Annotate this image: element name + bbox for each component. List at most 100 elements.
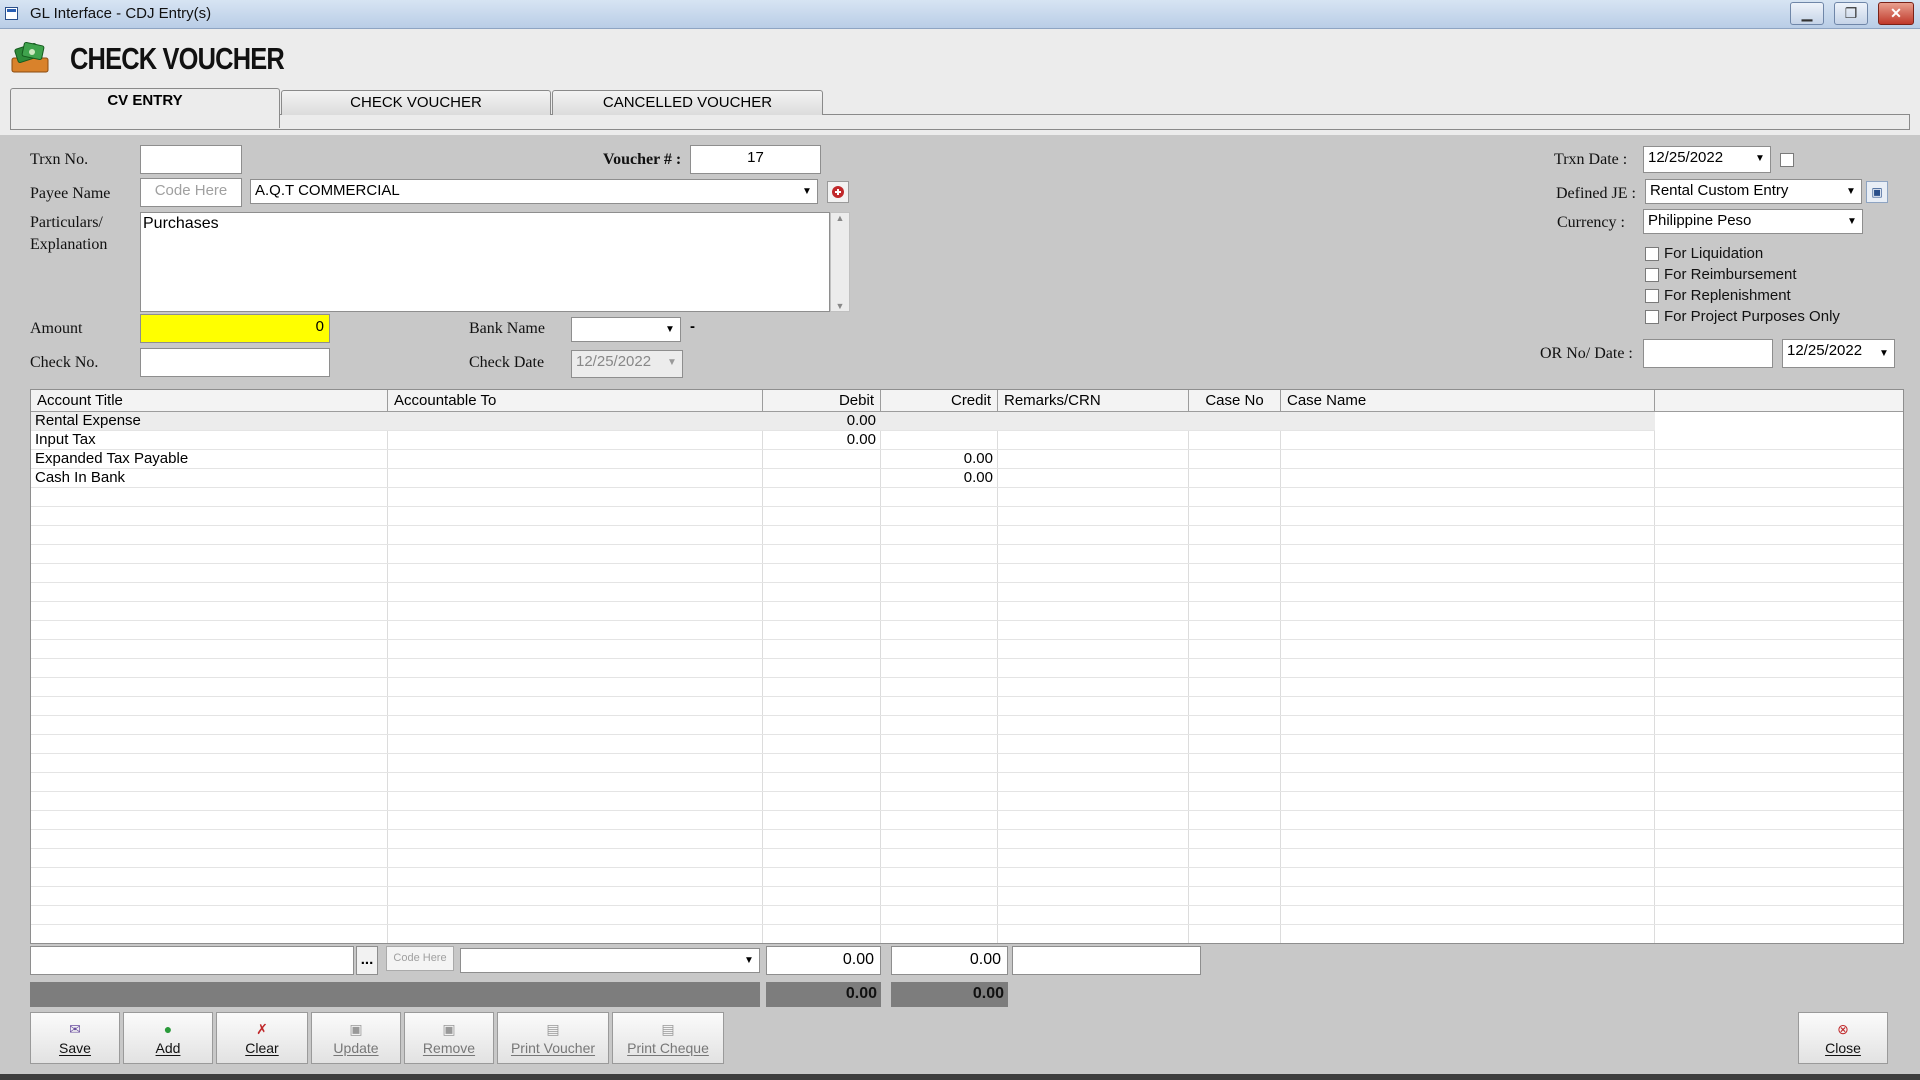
table-row[interactable]: Rental Expense 0.00 xyxy=(31,412,1655,431)
table-row[interactable] xyxy=(31,811,1903,830)
entry-code-input[interactable]: Code Here xyxy=(386,946,454,971)
col-remarks-crn[interactable]: Remarks/CRN xyxy=(998,390,1189,412)
remove-button[interactable]: ▣ Remove xyxy=(404,1012,494,1064)
col-debit[interactable]: Debit xyxy=(763,390,881,412)
bank-name-select[interactable]: ▼ xyxy=(571,317,681,342)
col-credit[interactable]: Credit xyxy=(881,390,998,412)
check-date-picker[interactable]: 12/25/2022 ▼ xyxy=(571,350,683,378)
totals-bar xyxy=(30,982,760,1007)
lookup-icon[interactable]: ▣ xyxy=(1866,181,1888,203)
payee-name-select[interactable]: A.Q.T COMMERCIAL ▼ xyxy=(250,179,818,204)
for-replenishment-checkbox[interactable] xyxy=(1645,289,1659,303)
table-row[interactable] xyxy=(31,621,1903,640)
add-button[interactable]: ● Add xyxy=(123,1012,213,1064)
table-row[interactable]: Cash In Bank 0.00 xyxy=(31,469,1903,488)
for-reimbursement-checkbox[interactable] xyxy=(1645,268,1659,282)
table-row[interactable] xyxy=(31,716,1903,735)
cell-accountable-to xyxy=(388,450,762,469)
table-row[interactable] xyxy=(31,659,1903,678)
minimize-icon[interactable]: ▁ xyxy=(1790,2,1824,25)
app-window-icon xyxy=(5,7,18,20)
trxn-date-picker[interactable]: 12/25/2022 ▼ xyxy=(1643,146,1771,173)
print-cheque-button[interactable]: ▤ Print Cheque xyxy=(612,1012,724,1064)
table-row[interactable] xyxy=(31,697,1903,716)
table-row[interactable] xyxy=(31,545,1903,564)
particulars-textarea[interactable]: Purchases xyxy=(140,212,830,312)
chevron-down-icon: ▼ xyxy=(744,955,754,966)
bank-name-label: Bank Name xyxy=(469,320,545,337)
cell-account-title: Expanded Tax Payable xyxy=(35,450,189,467)
for-project-purposes-checkbox[interactable] xyxy=(1645,310,1659,324)
table-row[interactable] xyxy=(31,640,1903,659)
entry-debit-input[interactable]: 0.00 xyxy=(766,946,881,975)
clear-icon: ✗ xyxy=(256,1021,268,1037)
restore-icon[interactable]: ❐ xyxy=(1834,2,1868,25)
check-no-input[interactable] xyxy=(140,348,330,377)
table-row[interactable] xyxy=(31,735,1903,754)
entry-remarks-input[interactable] xyxy=(1012,946,1201,975)
entry-credit-input[interactable]: 0.00 xyxy=(891,946,1008,975)
print-voucher-button[interactable]: ▤ Print Voucher xyxy=(497,1012,609,1064)
table-row[interactable] xyxy=(31,678,1903,697)
for-liquidation-checkbox[interactable] xyxy=(1645,247,1659,261)
cell-account-title: Rental Expense xyxy=(35,412,141,429)
particulars-text: Purchases xyxy=(143,215,219,232)
browse-account-button[interactable]: ... xyxy=(356,946,378,975)
table-row[interactable] xyxy=(31,526,1903,545)
table-row[interactable] xyxy=(31,792,1903,811)
check-date-value: 12/25/2022 xyxy=(576,353,652,370)
table-row[interactable] xyxy=(31,830,1903,849)
table-row[interactable] xyxy=(31,849,1903,868)
particulars-scrollbar[interactable]: ▲ ▼ xyxy=(830,212,850,312)
table-row[interactable]: Input Tax 0.00 xyxy=(31,431,1903,450)
add-payee-button[interactable] xyxy=(827,181,849,203)
or-date-value: 12/25/2022 xyxy=(1787,342,1863,359)
save-button[interactable]: ✉ Save xyxy=(30,1012,120,1064)
update-button[interactable]: ▣ Update xyxy=(311,1012,401,1064)
or-date-picker[interactable]: 12/25/2022 ▼ xyxy=(1782,339,1895,368)
trxn-date-checkbox[interactable] xyxy=(1780,153,1794,167)
table-row[interactable] xyxy=(31,868,1903,887)
journal-entry-grid[interactable]: Account Title Accountable To Debit Credi… xyxy=(30,389,1904,944)
table-row[interactable] xyxy=(31,773,1903,792)
currency-value: Philippine Peso xyxy=(1648,212,1752,229)
table-row[interactable] xyxy=(31,564,1903,583)
voucher-label: Voucher # : xyxy=(603,151,682,168)
chevron-down-icon: ▼ xyxy=(665,324,675,335)
table-row[interactable] xyxy=(31,488,1903,507)
explanation-label: Explanation xyxy=(30,236,108,253)
col-account-title[interactable]: Account Title xyxy=(31,390,388,412)
table-row[interactable] xyxy=(31,887,1903,906)
tab-check-voucher[interactable]: CHECK VOUCHER xyxy=(281,90,551,115)
close-button[interactable]: ⊗ Close xyxy=(1798,1012,1888,1064)
tab-cancelled-voucher[interactable]: CANCELLED VOUCHER xyxy=(552,90,823,115)
chevron-down-icon: ▼ xyxy=(1847,216,1857,227)
amount-input[interactable]: 0 xyxy=(140,314,330,343)
col-case-name[interactable]: Case Name xyxy=(1281,390,1655,412)
table-row[interactable] xyxy=(31,925,1903,943)
defined-je-select[interactable]: Rental Custom Entry ▼ xyxy=(1645,179,1862,204)
or-no-input[interactable] xyxy=(1643,339,1773,368)
account-title-input[interactable] xyxy=(30,946,354,975)
tab-cv-entry[interactable]: CV ENTRY xyxy=(10,88,280,128)
currency-select[interactable]: Philippine Peso ▼ xyxy=(1643,209,1863,234)
total-credit: 0.00 xyxy=(891,982,1008,1007)
for-replenishment-label: For Replenishment xyxy=(1664,287,1791,304)
close-icon[interactable]: ✕ xyxy=(1878,2,1914,25)
voucher-number-input[interactable]: 17 xyxy=(690,145,821,174)
table-row[interactable] xyxy=(31,754,1903,773)
cell-account-title: Cash In Bank xyxy=(35,469,126,486)
clear-button[interactable]: ✗ Clear xyxy=(216,1012,308,1064)
table-row[interactable] xyxy=(31,507,1903,526)
trxn-no-input[interactable] xyxy=(140,145,242,174)
table-row[interactable]: Expanded Tax Payable 0.00 xyxy=(31,450,1903,469)
table-row[interactable] xyxy=(31,602,1903,621)
accountable-to-select[interactable]: ▼ xyxy=(460,948,760,973)
table-row[interactable] xyxy=(31,583,1903,602)
close-circle-icon: ⊗ xyxy=(1837,1021,1849,1037)
col-case-no[interactable]: Case No xyxy=(1189,390,1281,412)
col-accountable-to[interactable]: Accountable To xyxy=(388,390,763,412)
chevron-down-icon: ▼ xyxy=(1755,153,1765,164)
payee-code-input[interactable]: Code Here xyxy=(140,178,242,207)
table-row[interactable] xyxy=(31,906,1903,925)
